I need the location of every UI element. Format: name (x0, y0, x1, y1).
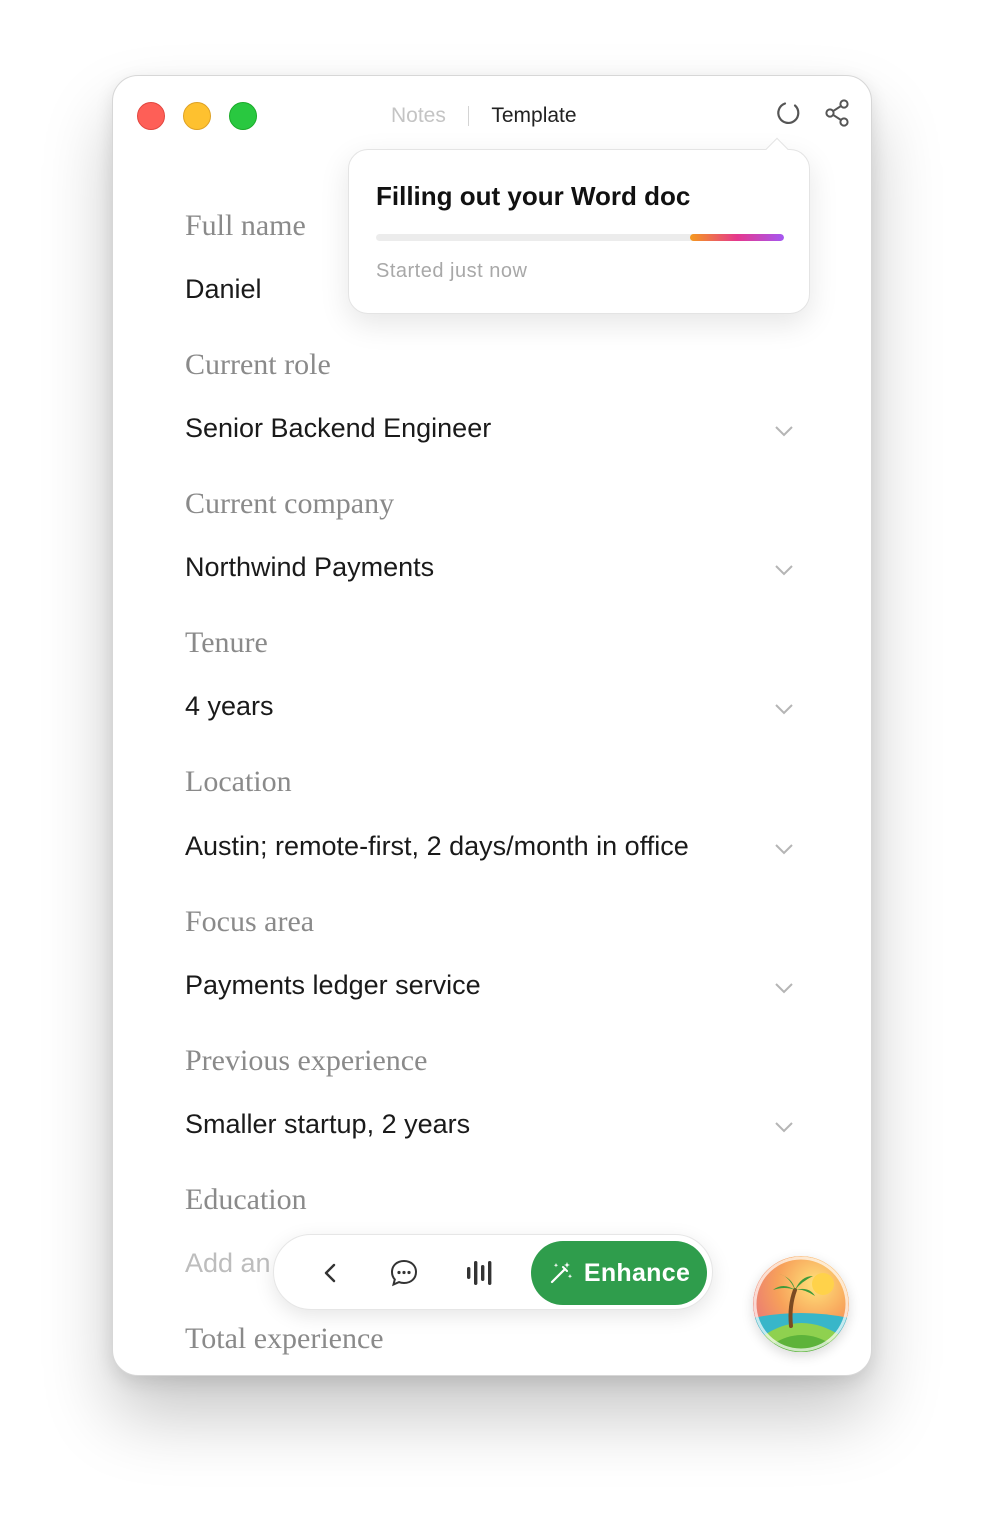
close-window-button[interactable] (137, 102, 165, 130)
chevron-down-icon[interactable] (773, 702, 795, 716)
chevron-down-icon[interactable] (773, 842, 795, 856)
audio-waveform-icon[interactable] (464, 1257, 496, 1289)
field-label-current-company: Current company (185, 487, 395, 520)
chevron-down-icon[interactable] (773, 981, 795, 995)
enhance-button[interactable]: Enhance (531, 1241, 707, 1305)
tropical-island-avatar[interactable] (753, 1256, 849, 1352)
field-value-tenure[interactable]: 4 years (185, 691, 274, 722)
minimize-window-button[interactable] (183, 102, 211, 130)
breadcrumb: Notes Template (391, 102, 577, 130)
breadcrumb-notes[interactable]: Notes (391, 104, 446, 128)
floating-toolbar: Enhance (273, 1234, 713, 1310)
chevron-left-icon[interactable] (314, 1257, 346, 1289)
magic-wand-icon (550, 1262, 573, 1284)
chevron-down-icon[interactable] (773, 563, 795, 577)
chat-bubble-icon[interactable] (388, 1257, 420, 1289)
progress-popover: Filling out your Word doc Started just n… (348, 137, 810, 314)
field-label-full-name: Full name (185, 209, 306, 242)
popover-tail (765, 137, 789, 161)
chevron-down-icon[interactable] (773, 424, 795, 438)
field-label-focus-area: Focus area (185, 905, 315, 938)
field-value-previous-experience[interactable]: Smaller startup, 2 years (185, 1109, 470, 1140)
share-icon[interactable] (822, 98, 852, 128)
field-label-location: Location (185, 765, 292, 798)
progress-bar (376, 234, 784, 241)
breadcrumb-separator (467, 106, 470, 126)
enhance-button-label: Enhance (583, 1258, 691, 1287)
field-value-current-role[interactable]: Senior Backend Engineer (185, 413, 491, 444)
app-window: Notes Template Full name Daniel Current … (112, 75, 872, 1376)
field-label-current-role: Current role (185, 348, 331, 381)
zoom-window-button[interactable] (229, 102, 257, 130)
field-value-full-name[interactable]: Daniel (185, 274, 262, 305)
progress-bar-fill (690, 234, 784, 241)
field-label-previous-experience: Previous experience (185, 1044, 428, 1077)
sync-icon[interactable] (774, 98, 804, 128)
field-value-location[interactable]: Austin; remote-first, 2 days/month in of… (185, 831, 689, 862)
popover-status: Started just now (376, 260, 528, 282)
education-input-placeholder[interactable]: Add an (185, 1248, 271, 1279)
field-value-focus-area[interactable]: Payments ledger service (185, 970, 481, 1001)
field-value-current-company[interactable]: Northwind Payments (185, 552, 434, 583)
popover-title: Filling out your Word doc (376, 181, 691, 211)
breadcrumb-template: Template (491, 104, 577, 127)
field-label-education: Education (185, 1183, 307, 1216)
chevron-down-icon[interactable] (773, 1120, 795, 1134)
field-label-total-experience: Total experience (185, 1322, 384, 1355)
field-label-tenure: Tenure (185, 626, 268, 659)
